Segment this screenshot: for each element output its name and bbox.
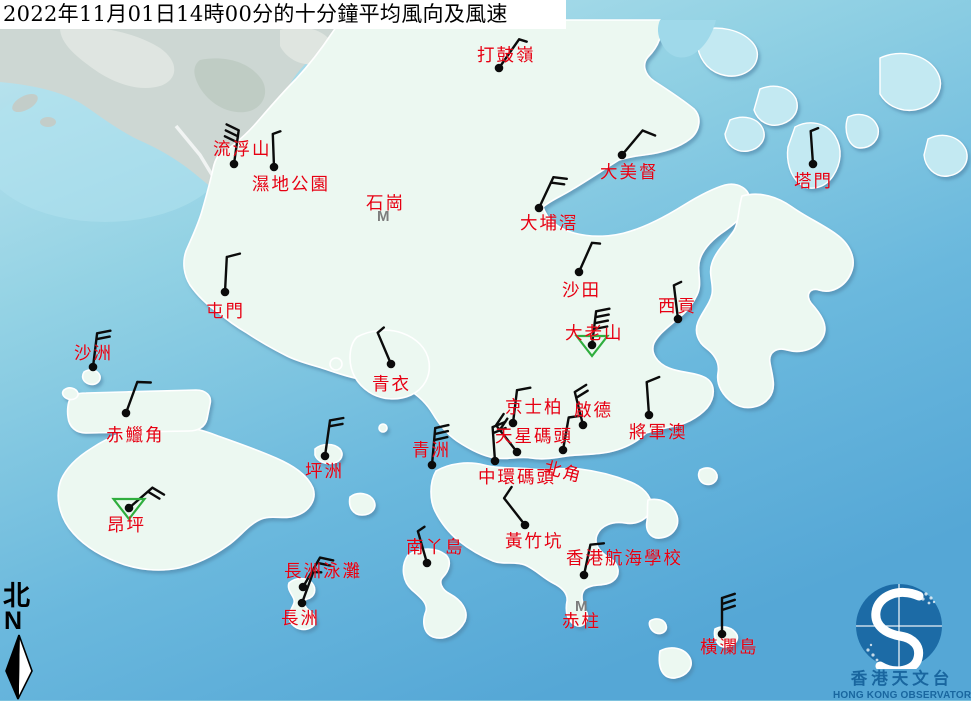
north-arrow-icon: [1, 633, 37, 701]
station-dot-hk-sea-school: [580, 571, 589, 580]
wind-barb-ngong-ping: [129, 488, 164, 508]
wind-barb-green-island: [432, 425, 448, 465]
wind-barb-sha-chau: [93, 331, 110, 367]
hko-name-zh: 香港天文台: [833, 671, 971, 688]
wind-barb-sha-tin: [579, 243, 600, 272]
wind-barb-hk-sea-school: [584, 543, 604, 575]
station-dot-tap-mun: [809, 160, 818, 169]
wind-barb-tates-cairn: [592, 309, 609, 345]
wind-barb-tai-po-kau: [539, 177, 567, 208]
station-dot-chek-lap-kok: [122, 409, 131, 418]
wind-barb-wetland-park: [273, 131, 281, 167]
station-dot-tseung-kwan-o: [645, 411, 654, 420]
station-dot-wong-chuk-hang: [521, 521, 530, 530]
station-dot-kai-tak: [579, 421, 588, 430]
wind-barb-waglan-island: [722, 594, 735, 634]
north-indicator: 北 N: [1, 583, 41, 701]
north-label-en: N: [4, 610, 41, 633]
station-dot-north-point: [559, 446, 568, 455]
station-dot-lamma-island: [423, 559, 432, 568]
hko-logo: 香港天文台 HONG KONG OBSERVATORY: [833, 581, 971, 700]
station-dot-lau-fau-shan: [230, 160, 239, 169]
station-dot-ta-kwu-ling: [495, 64, 504, 73]
station-dot-kings-park: [509, 419, 518, 428]
wind-barb-tuen-mun: [225, 254, 240, 292]
station-dot-wetland-park: [270, 163, 279, 172]
wind-barb-lamma-island: [418, 527, 427, 563]
station-dot-sai-kung: [674, 315, 683, 324]
wind-barb-chek-lap-kok: [126, 382, 151, 413]
station-dot-tuen-mun: [221, 288, 230, 297]
station-dot-cheung-chau: [298, 599, 307, 608]
wind-barb-tap-mun: [811, 128, 818, 164]
wind-barb-tseung-kwan-o: [647, 377, 660, 415]
wind-barb-lau-fau-shan: [225, 124, 239, 164]
wind-barb-tai-mei-tuk: [622, 131, 655, 156]
wind-barb-ta-kwu-ling: [499, 39, 527, 68]
wind-barb-north-point: [563, 416, 582, 450]
station-dot-waglan-island: [718, 630, 727, 639]
station-dot-tates-cairn: [588, 341, 597, 350]
map-title: 2022年11月01日14時00分的十分鐘平均風向及風速: [0, 0, 566, 29]
station-dot-tai-po-kau: [535, 204, 544, 213]
wind-barb-kai-tak: [575, 385, 588, 425]
station-dot-ngong-ping: [125, 504, 134, 513]
wind-barb-peng-chau: [325, 418, 343, 456]
wind-barb-layer: [0, 0, 971, 700]
station-dot-green-island: [428, 461, 437, 470]
station-dot-tsing-yi: [387, 360, 396, 369]
wind-barb-kings-park: [513, 388, 530, 423]
north-label-zh: 北: [3, 583, 41, 610]
station-dot-peng-chau: [321, 452, 330, 461]
hko-name-en: HONG KONG OBSERVATORY: [833, 691, 971, 701]
wind-barb-sai-kung: [674, 282, 681, 319]
station-dot-sha-tin: [575, 268, 584, 277]
wind-barb-wong-chuk-hang: [504, 487, 525, 525]
station-dot-star-ferry-pier: [513, 448, 522, 457]
station-dot-tai-mei-tuk: [618, 151, 627, 160]
wind-barb-tsing-yi: [378, 328, 391, 365]
hko-logo-icon: [833, 581, 971, 669]
station-dot-central-pier: [491, 457, 500, 466]
station-dot-sha-chau: [89, 363, 98, 372]
